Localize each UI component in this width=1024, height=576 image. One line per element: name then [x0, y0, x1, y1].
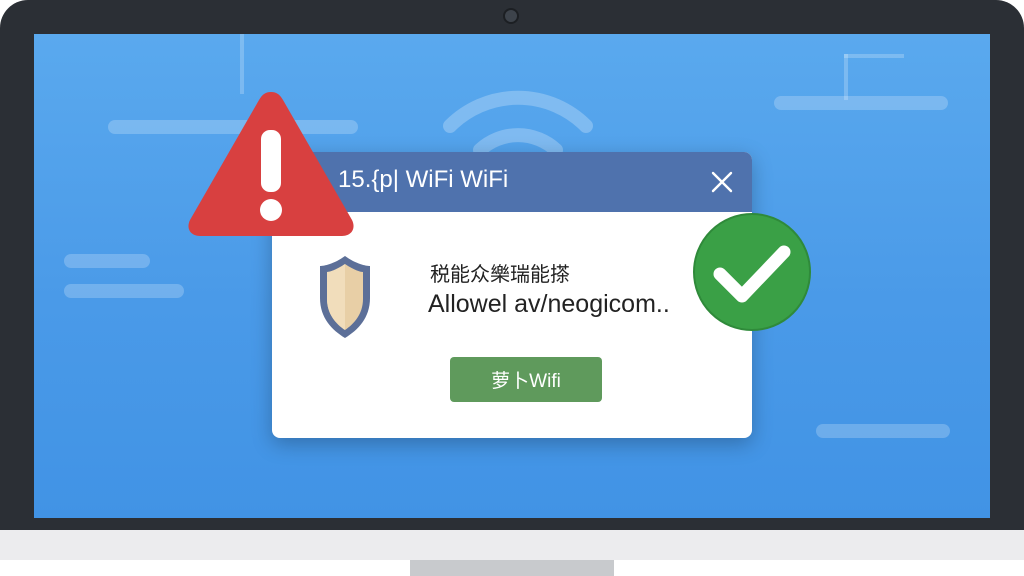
- dialog-heading: 税能众樂瑞能搽: [430, 262, 570, 286]
- connect-wifi-button[interactable]: 萝卜Wifi: [450, 357, 602, 402]
- close-icon[interactable]: [708, 168, 736, 196]
- bg-decoration: [844, 54, 904, 58]
- dialog-title: 15.{p| WiFi WiFi: [338, 166, 509, 193]
- check-circle-icon: [693, 213, 811, 331]
- webcam: [503, 8, 519, 24]
- bg-decoration: [816, 424, 950, 438]
- warning-triangle-icon: [188, 92, 354, 236]
- bg-decoration: [64, 254, 150, 268]
- dialog-message: Allowel av/neogicom..: [428, 290, 670, 318]
- bg-decoration: [64, 284, 184, 298]
- shield-icon: [320, 256, 370, 338]
- monitor-chin: [0, 530, 1024, 560]
- bg-decoration: [844, 54, 848, 100]
- bg-decoration: [774, 96, 948, 110]
- monitor-stand: [410, 560, 614, 576]
- bg-decoration: [240, 34, 244, 94]
